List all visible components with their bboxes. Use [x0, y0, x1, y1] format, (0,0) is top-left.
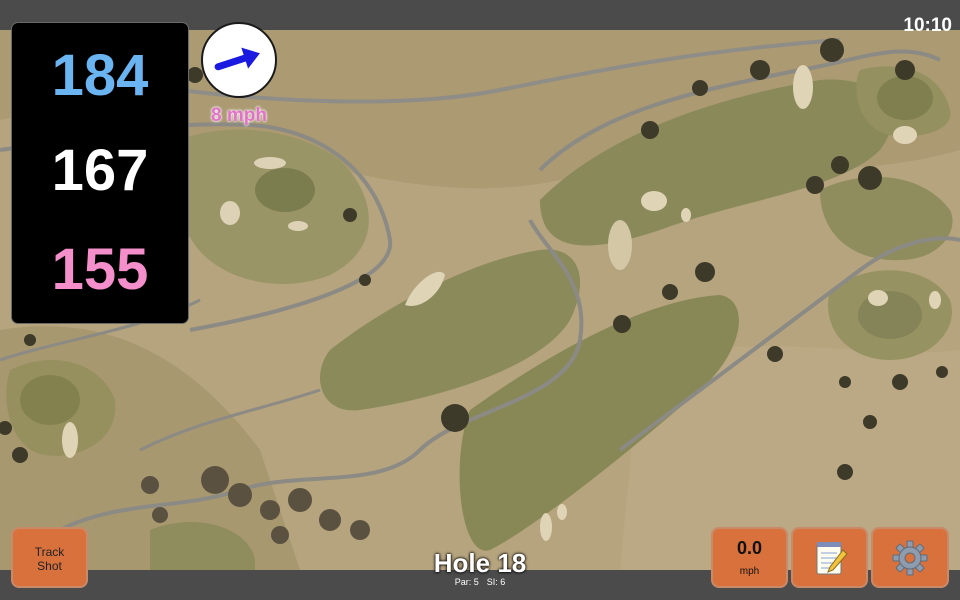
track-shot-label-line1: Track — [34, 545, 65, 559]
hole-stroke-index: SI: 6 — [486, 577, 506, 587]
wind-speed-label: 8 mph — [211, 105, 267, 126]
clock: 10:10 — [903, 15, 952, 36]
track-shot-button[interactable]: Track Shot — [11, 527, 88, 588]
distance-front: 155 — [51, 237, 149, 302]
hole-title: Hole 18 — [433, 548, 527, 578]
gear-icon — [892, 540, 928, 576]
distance-middle: 167 — [51, 138, 149, 203]
hole-info: Par: 5 SI: 6 — [380, 577, 580, 587]
distance-panel: 184 167 155 — [11, 22, 189, 324]
settings-button[interactable] — [871, 527, 949, 588]
track-shot-label-line2: Shot — [37, 559, 62, 573]
wind-indicator — [201, 22, 277, 98]
wind-value: 0.0 — [736, 538, 763, 558]
wind-unit: mph — [739, 566, 760, 577]
distance-back: 184 — [51, 43, 149, 108]
wind-arrow-icon — [214, 47, 260, 71]
hole-par: Par: 5 — [454, 577, 479, 587]
notepad-icon — [816, 542, 848, 575]
wind-speed-button[interactable]: 0.0 mph — [711, 527, 788, 588]
notes-button[interactable] — [791, 527, 868, 588]
